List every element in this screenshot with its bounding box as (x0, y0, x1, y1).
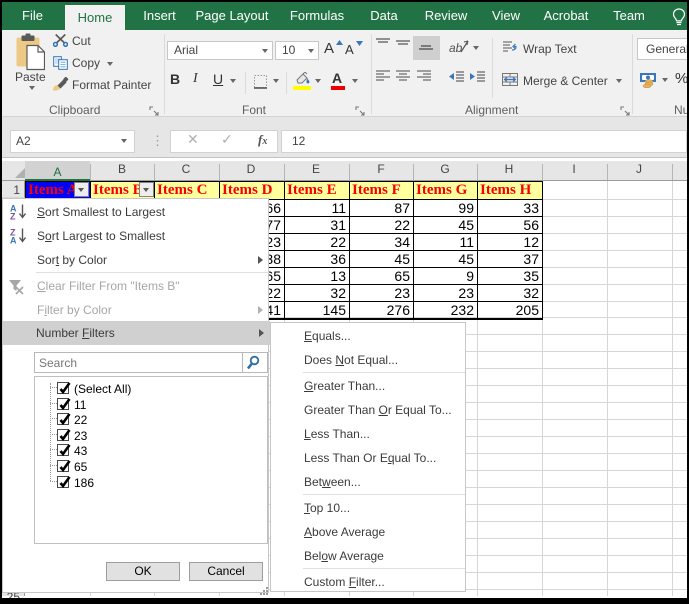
svg-text:ab: ab (449, 41, 463, 55)
svg-text:Z: Z (10, 212, 16, 221)
svg-text:A: A (10, 236, 17, 245)
